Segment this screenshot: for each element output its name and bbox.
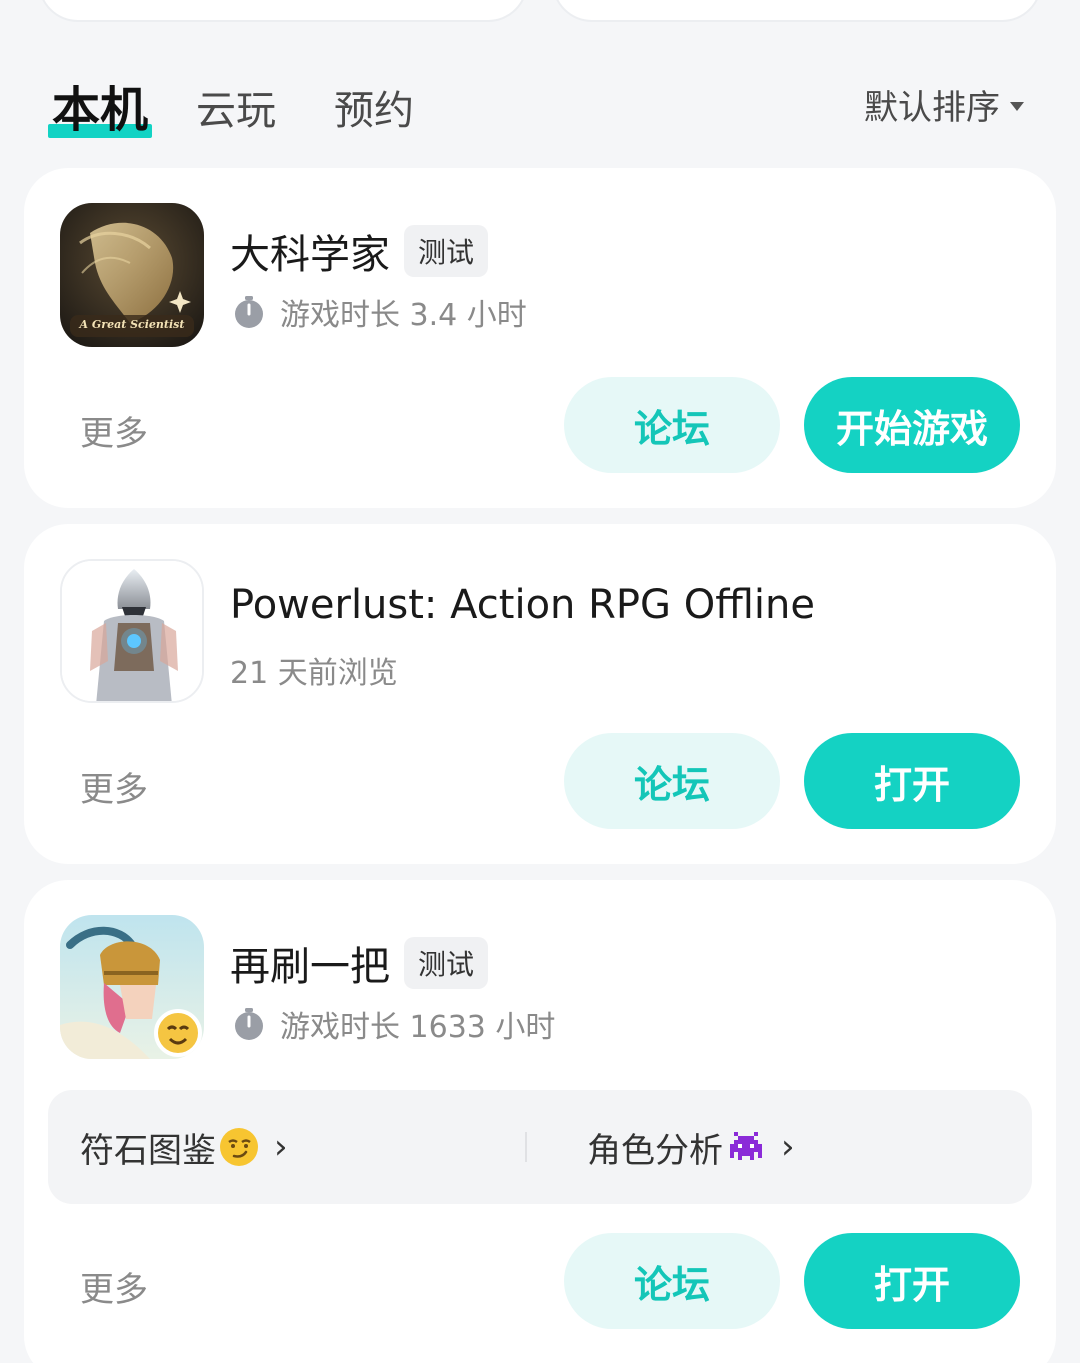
title-row: 再刷一把 测试: [230, 934, 489, 992]
tab-local-label: 本机: [52, 82, 149, 138]
chevron-right-icon: ›: [274, 1127, 288, 1167]
last-viewed-text: 21 天前浏览: [230, 656, 398, 691]
tab-reservation[interactable]: 预约: [334, 78, 414, 136]
game-icon[interactable]: [60, 915, 204, 1059]
quick-link-label: 角色分析: [587, 1130, 723, 1171]
open-button[interactable]: 打开: [804, 733, 1020, 829]
playtime: 游戏时长 1633 小时: [232, 1002, 555, 1046]
game-title[interactable]: Powerlust: Action RPG Offline: [230, 582, 815, 628]
sort-dropdown[interactable]: 默认排序: [864, 80, 1024, 129]
tab-bar: 本机 云玩 预约 默认排序: [48, 70, 1024, 138]
playtime-text: 游戏时长 3.4 小时: [280, 298, 527, 333]
stopwatch-icon: [235, 1008, 263, 1040]
smirk-emoji-icon: [220, 1128, 258, 1166]
previous-card-right: [552, 0, 1042, 22]
more-button[interactable]: 更多: [80, 406, 148, 455]
tab-cloud[interactable]: 云玩: [196, 78, 276, 136]
game-card-3: 再刷一把 测试 游戏时长 1633 小时 符石图鉴 › 角色分析 › 更多 论坛…: [24, 880, 1056, 1363]
hooded-warrior-icon: [62, 561, 202, 701]
forum-button[interactable]: 论坛: [564, 1233, 780, 1329]
knight-girl-icon: [60, 915, 204, 1059]
icon-caption: A Great Scientist: [79, 318, 185, 331]
start-game-button[interactable]: 开始游戏: [804, 377, 1020, 473]
sort-label: 默认排序: [864, 88, 1000, 128]
title-row: 大科学家 测试: [230, 222, 489, 280]
playtime-text: 游戏时长 1633 小时: [280, 1010, 556, 1045]
game-card-1: A Great Scientist 大科学家 测试 游戏时长 3.4 小时 更多…: [24, 168, 1056, 508]
forum-button[interactable]: 论坛: [564, 377, 780, 473]
game-icon[interactable]: A Great Scientist: [60, 203, 204, 347]
open-button[interactable]: 打开: [804, 1233, 1020, 1329]
tab-cloud-label: 云玩: [196, 88, 276, 134]
game-icon[interactable]: [60, 559, 204, 703]
quick-links-panel: 符石图鉴 › 角色分析 ›: [48, 1090, 1032, 1204]
game-title[interactable]: 大科学家: [230, 222, 390, 280]
alien-monster-emoji-icon: [730, 1132, 762, 1160]
game-card-2: Powerlust: Action RPG Offline 21 天前浏览 更多…: [24, 524, 1056, 864]
tab-local[interactable]: 本机: [48, 70, 153, 140]
stopwatch-icon: [235, 296, 263, 328]
caret-down-icon: [1010, 102, 1024, 111]
chevron-right-icon: ›: [781, 1127, 795, 1167]
more-button[interactable]: 更多: [80, 1262, 148, 1311]
forum-button[interactable]: 论坛: [564, 733, 780, 829]
title-row: Powerlust: Action RPG Offline: [230, 582, 815, 628]
tab-reservation-label: 预约: [334, 88, 414, 134]
quick-link-label: 符石图鉴: [80, 1130, 216, 1171]
playtime: 游戏时长 3.4 小时: [232, 290, 527, 334]
game-title[interactable]: 再刷一把: [230, 934, 390, 992]
test-badge: 测试: [404, 225, 489, 277]
quick-link-character-analysis[interactable]: 角色分析 ›: [527, 1123, 1032, 1172]
quick-link-rune-guide[interactable]: 符石图鉴 ›: [48, 1123, 525, 1172]
last-viewed: 21 天前浏览: [230, 648, 398, 692]
previous-card-left: [38, 0, 528, 22]
more-button[interactable]: 更多: [80, 762, 148, 811]
test-badge: 测试: [404, 937, 489, 989]
